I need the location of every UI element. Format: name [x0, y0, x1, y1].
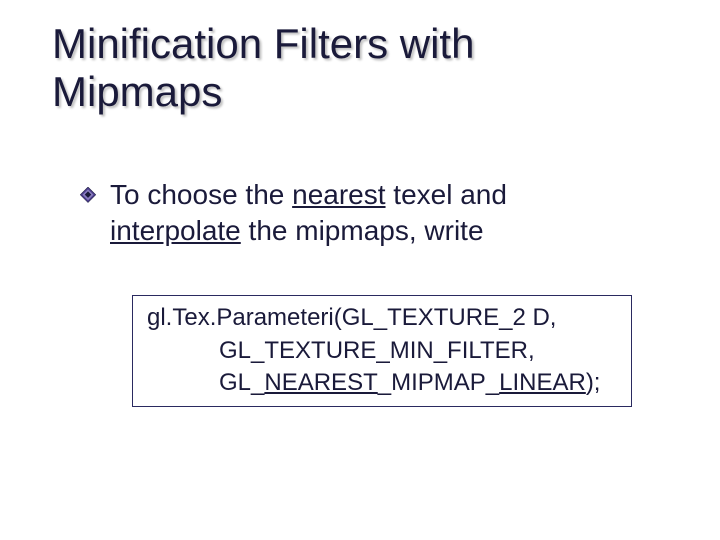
text-frag: To choose the — [110, 179, 292, 210]
code-frag: _MIPMAP_ — [378, 369, 499, 396]
bullet-item: To choose the nearest texel and interpol… — [88, 177, 656, 250]
code-linear: LINEAR — [499, 369, 586, 396]
text-frag: texel and — [386, 179, 507, 210]
bullet-text: To choose the nearest texel and interpol… — [110, 179, 507, 246]
code-frag: GL_ — [219, 369, 264, 396]
code-nearest: NEAREST — [264, 369, 377, 396]
code-frag: ); — [586, 369, 601, 396]
title-line-1: Minification Filters with — [52, 20, 720, 68]
slide-title: Minification Filters with Mipmaps — [0, 0, 720, 121]
code-line-3: GL_NEAREST_MIPMAP_LINEAR); — [147, 367, 617, 399]
text-interpolate: interpolate — [110, 215, 241, 246]
text-frag: the mipmaps, write — [241, 215, 484, 246]
code-line-1: gl.Tex.Parameteri(GL_TEXTURE_2 D, — [147, 302, 617, 334]
slide-body: To choose the nearest texel and interpol… — [0, 121, 720, 407]
code-block: gl.Tex.Parameteri(GL_TEXTURE_2 D, GL_TEX… — [132, 295, 632, 406]
title-line-2: Mipmaps — [52, 68, 720, 116]
code-line-2: GL_TEXTURE_MIN_FILTER, — [147, 335, 617, 367]
diamond-bullet-icon — [80, 187, 96, 203]
text-nearest: nearest — [292, 179, 385, 210]
